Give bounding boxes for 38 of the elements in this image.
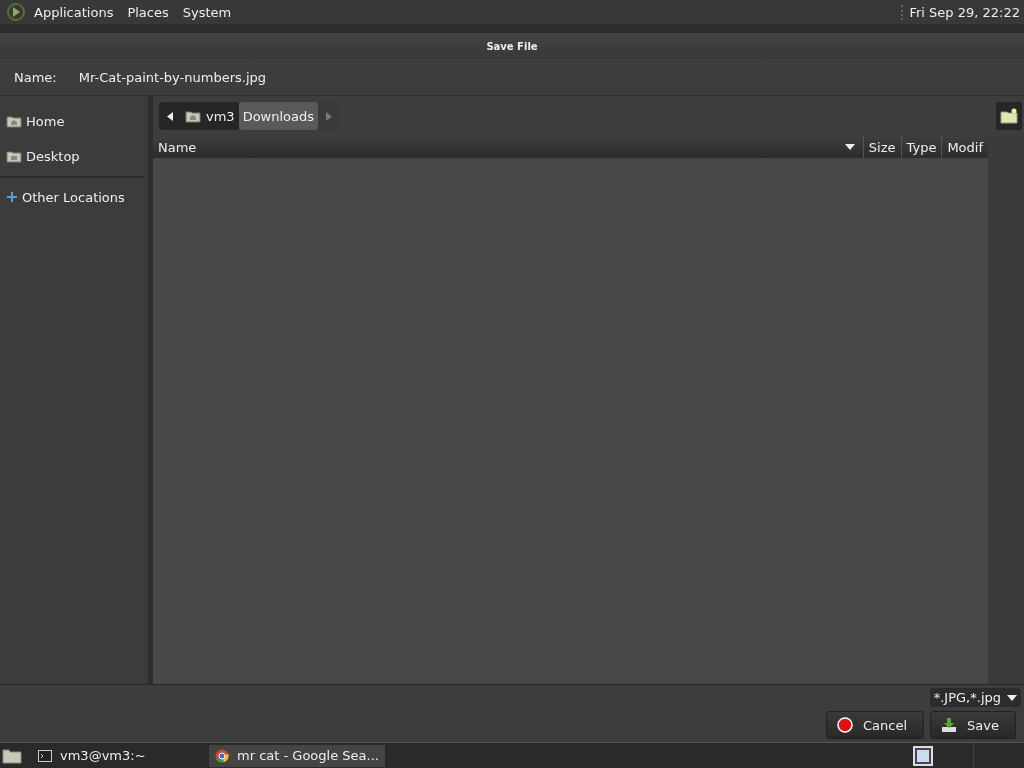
window-title: Save File [486, 40, 538, 52]
logo-icon [6, 2, 26, 22]
folder-icon [1000, 108, 1018, 124]
name-input-field[interactable]: Mr-Cat-paint-by-numbers.jpg [72, 65, 1012, 89]
workspace-icon[interactable] [913, 745, 933, 766]
panel-menu[interactable]: Applications [34, 4, 114, 20]
sidebar-item[interactable]: Desktop [0, 141, 148, 171]
left-arrow-icon [167, 111, 173, 121]
stop-icon [837, 717, 854, 733]
new-folder-button[interactable] [996, 102, 1022, 130]
taskbar-item[interactable]: vm3@vm3:~ [32, 744, 199, 767]
desktop-folder-icon [6, 149, 22, 163]
download-icon [941, 717, 958, 733]
sort-arrow-icon [844, 144, 855, 150]
folder-icon [2, 747, 22, 764]
cancel-button[interactable]: Cancel [826, 711, 925, 739]
column-header[interactable]: Size [862, 136, 901, 158]
panel-menu[interactable]: System [182, 4, 232, 20]
name-label: Name: [14, 69, 57, 85]
browser-icon [215, 748, 229, 763]
sidebar-item[interactable]: Home [0, 106, 148, 136]
sidebar-item[interactable]: Other Locations [0, 182, 148, 212]
column-header[interactable]: Type [900, 136, 942, 158]
home-folder-icon [185, 109, 201, 123]
right-arrow-icon [326, 111, 333, 121]
clock[interactable]: Fri Sep 29, 22:22 [901, 4, 1020, 20]
path-button[interactable]: Downloads [238, 102, 319, 130]
dropdown-arrow-icon [1007, 694, 1017, 701]
home-folder-icon [6, 114, 22, 128]
taskbar-item[interactable]: mr cat - Google Sea... [209, 744, 385, 767]
column-header[interactable]: Name [153, 136, 863, 158]
plus-icon [6, 191, 18, 203]
back-button[interactable] [159, 102, 181, 130]
save-button[interactable]: Save [930, 711, 1016, 739]
path-button[interactable]: vm3 [181, 102, 239, 130]
terminal-icon [38, 749, 52, 762]
panel-menu[interactable]: Places [127, 4, 169, 20]
file-type-dropdown[interactable]: *.JPG,*.jpg [929, 688, 1021, 707]
